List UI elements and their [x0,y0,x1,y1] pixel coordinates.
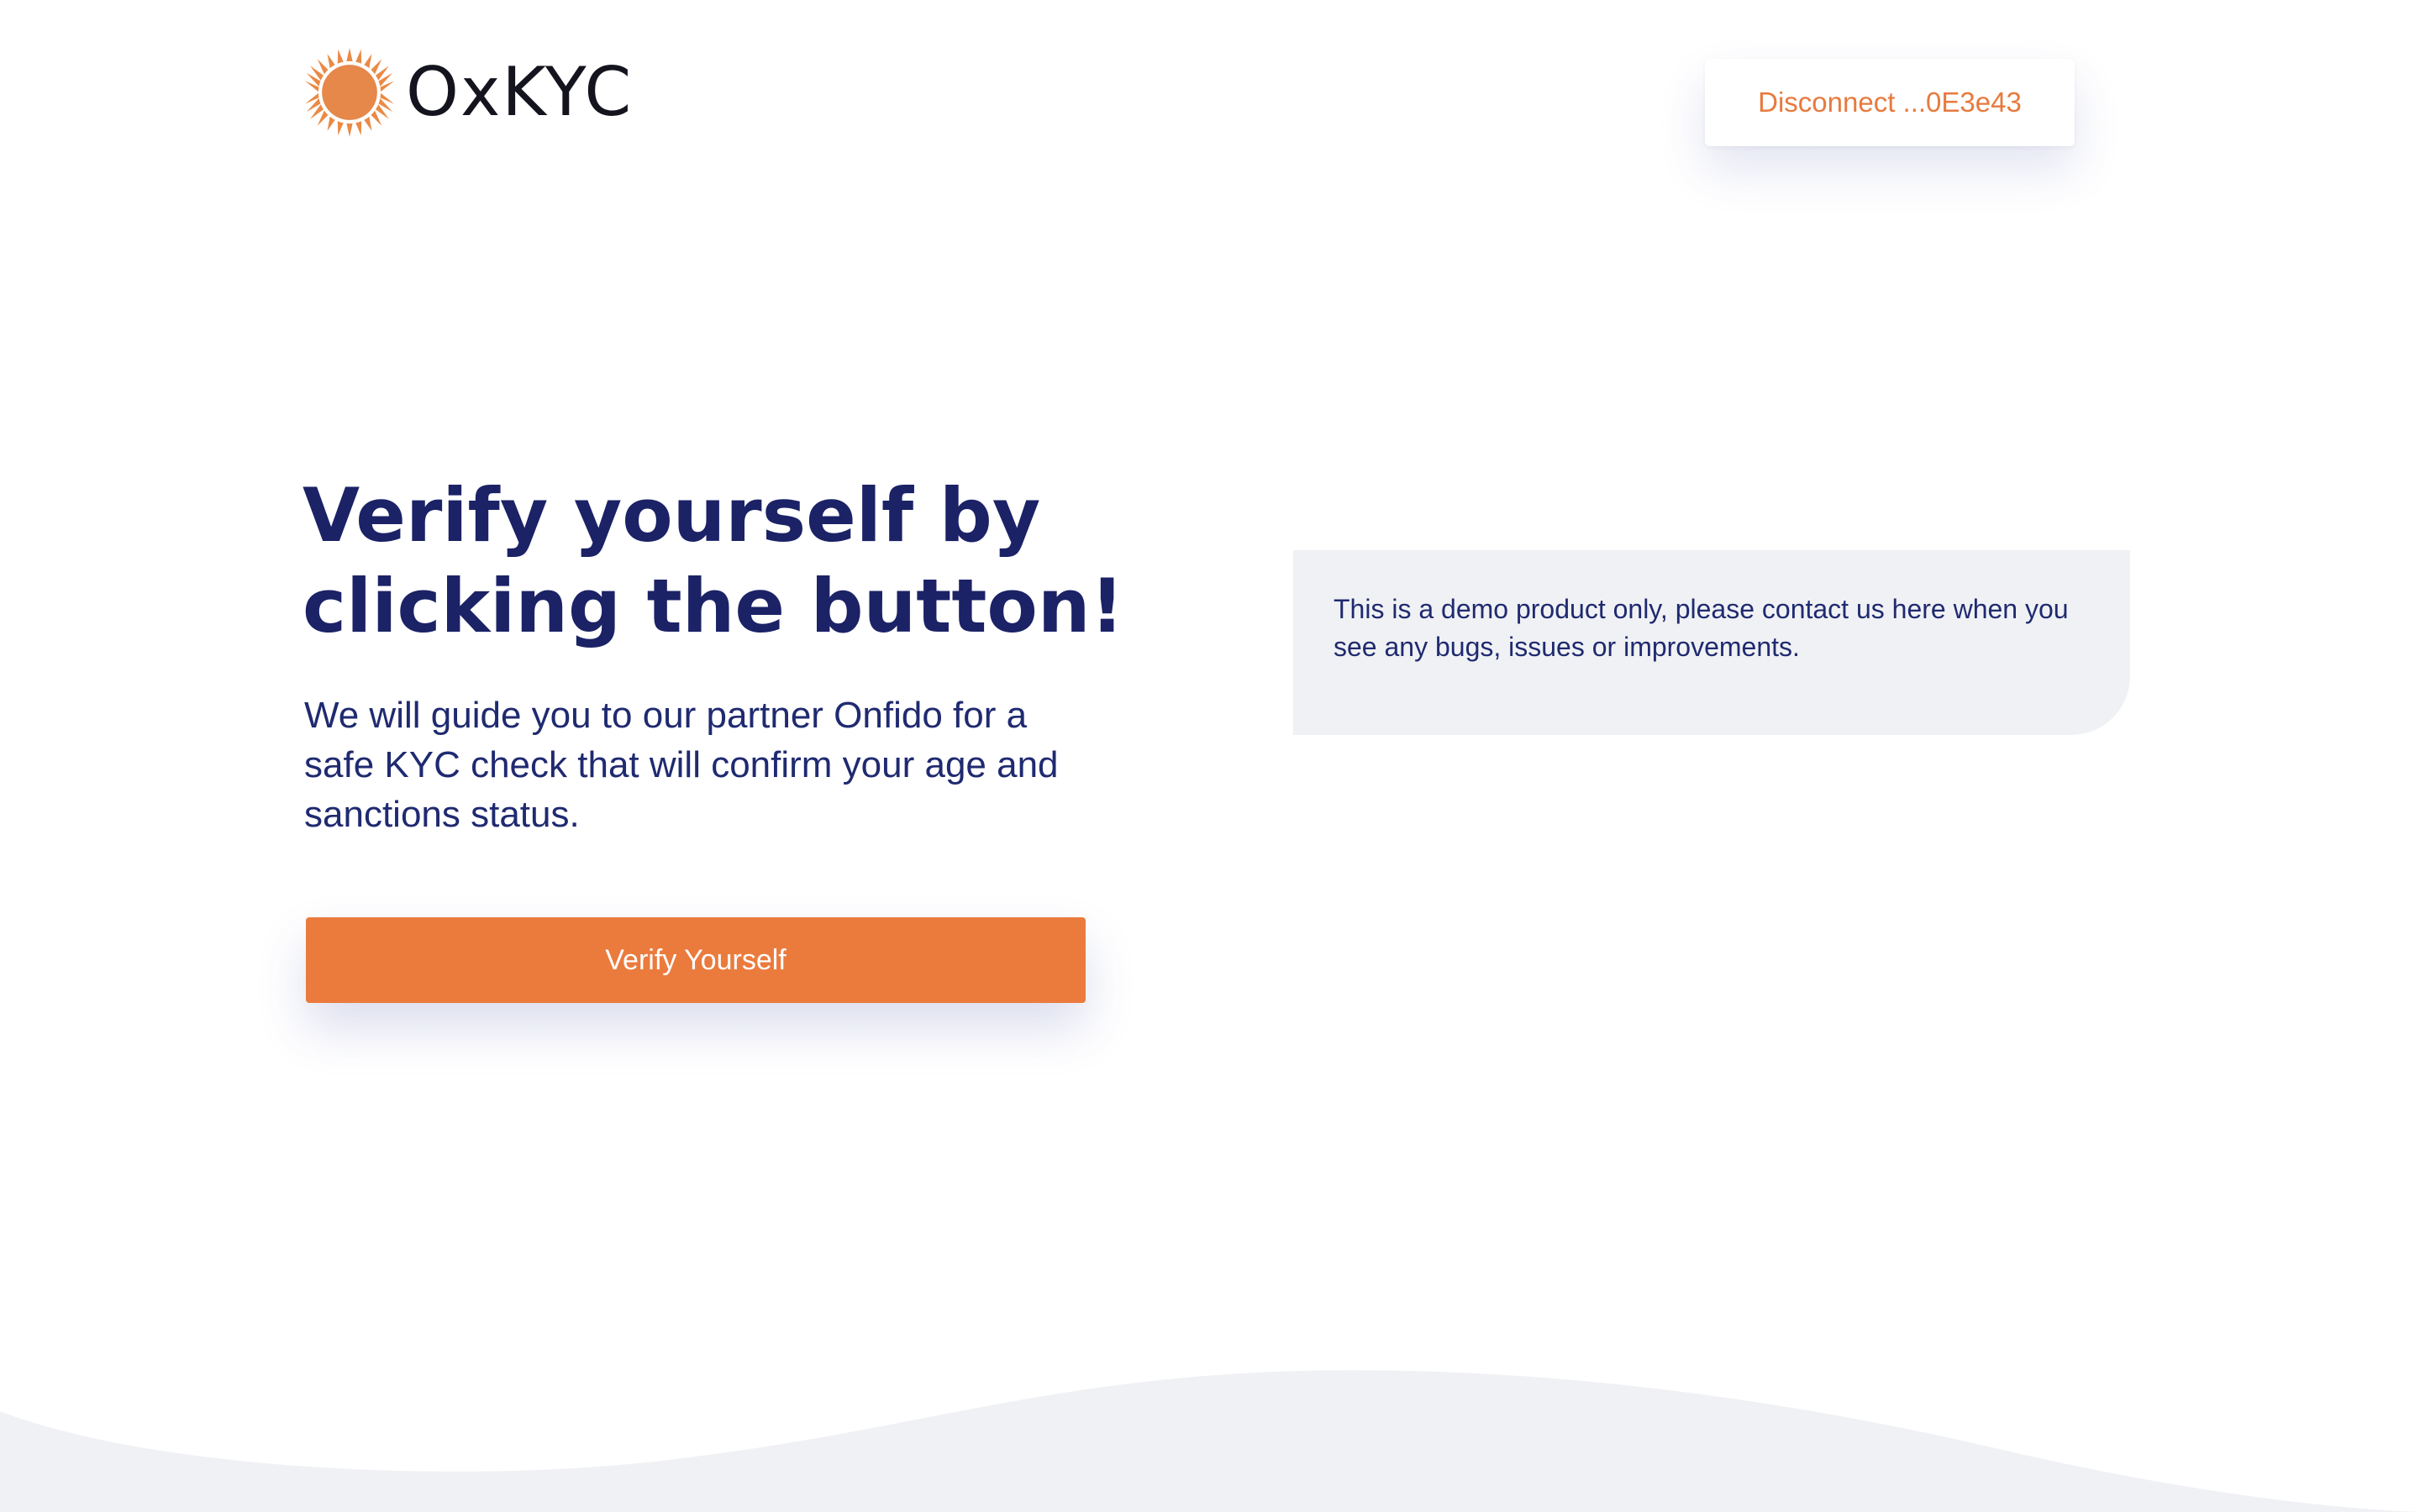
verify-yourself-button[interactable]: Verify Yourself [306,917,1086,1003]
disconnect-button[interactable]: Disconnect ...0E3e43 [1705,59,2075,146]
demo-notice-text: This is a demo product only, please cont… [1334,594,2069,662]
brand-name: OxKYC [406,53,634,131]
sun-icon [305,48,394,137]
demo-notice: This is a demo product only, please cont… [1293,550,2130,735]
hero-description: We will guide you to our partner Onfido … [304,695,1059,835]
logo[interactable]: OxKYC [305,48,633,137]
footer-wave [0,1370,2420,1512]
hero-title: Verify yourself by clicking the button! [302,472,1124,649]
